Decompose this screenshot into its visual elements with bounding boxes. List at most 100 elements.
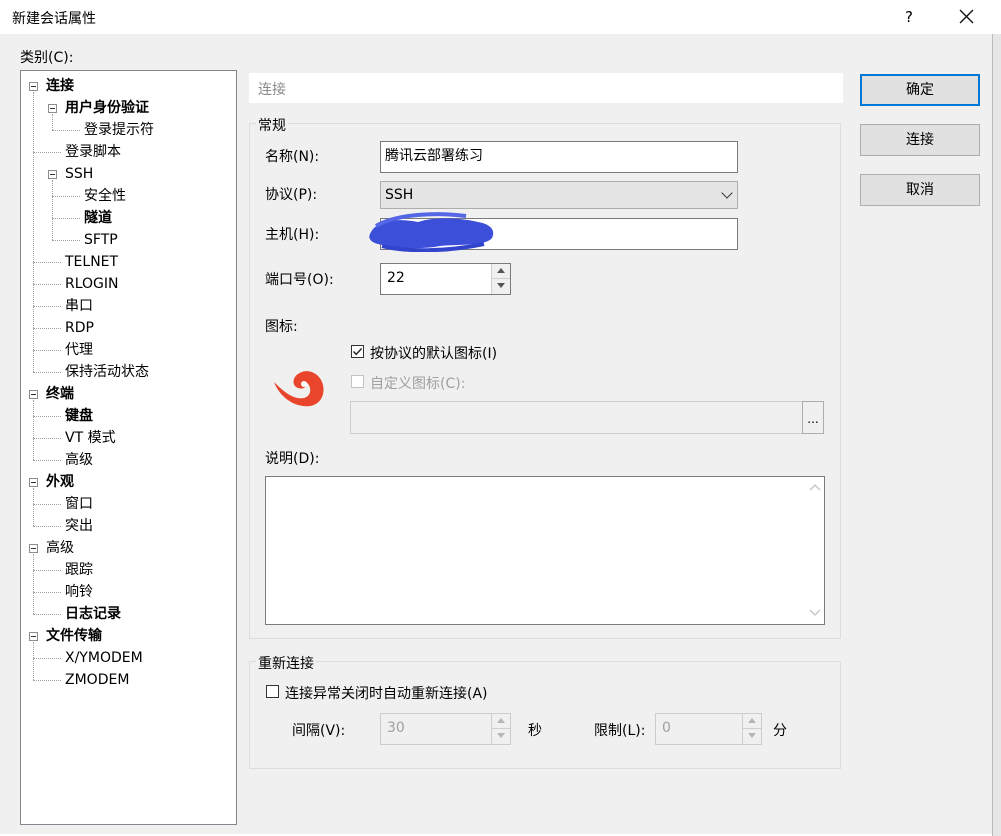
- auto-reconnect-label[interactable]: 连接异常关闭时自动重新连接(A): [285, 683, 488, 703]
- custom-icon-path-input[interactable]: [350, 401, 803, 434]
- name-input[interactable]: 腾讯云部署练习: [380, 141, 738, 173]
- close-button[interactable]: [946, 0, 986, 34]
- tree-item[interactable]: 保持活动状态: [65, 361, 149, 383]
- tree-item[interactable]: 文件传输: [46, 625, 102, 647]
- tree-item[interactable]: 高级: [65, 449, 93, 471]
- arrow-up-icon: [497, 718, 505, 723]
- browse-icon-button[interactable]: ...: [802, 401, 824, 434]
- section-header-text: 连接: [258, 82, 286, 98]
- tree-item[interactable]: 用户身份验证: [65, 97, 149, 119]
- help-button[interactable]: ?: [893, 0, 925, 34]
- tree-item[interactable]: SSH: [65, 163, 93, 185]
- tree-item[interactable]: 高级: [46, 537, 74, 559]
- tree-item-label: 登录提示符: [84, 122, 154, 138]
- tree-item[interactable]: VT 模式: [65, 427, 116, 449]
- section-header: [249, 73, 843, 103]
- tree-item[interactable]: RDP: [65, 317, 94, 339]
- tree-item[interactable]: TELNET: [65, 251, 118, 273]
- tree-connector: [33, 92, 34, 372]
- minus-expander-icon[interactable]: [48, 104, 57, 113]
- tree-connector: [52, 240, 80, 241]
- arrow-up-icon: [497, 268, 505, 273]
- limit-up-button[interactable]: [743, 714, 761, 729]
- tree-connector: [52, 196, 80, 197]
- tree-connector: [33, 350, 61, 351]
- minus-expander-icon[interactable]: [29, 544, 38, 553]
- tree-item[interactable]: 外观: [46, 471, 74, 493]
- tree-item[interactable]: 跟踪: [65, 559, 93, 581]
- tree-item[interactable]: 连接: [46, 75, 74, 97]
- tree-item[interactable]: RLOGIN: [65, 273, 119, 295]
- tree-connector: [33, 460, 61, 461]
- protocol-select[interactable]: SSH: [380, 181, 738, 209]
- tree-item[interactable]: 串口: [65, 295, 93, 317]
- auto-reconnect-checkbox[interactable]: [266, 685, 279, 698]
- tree-connector: [33, 526, 61, 527]
- tree-connector: [52, 218, 80, 219]
- tree-item-label: SFTP: [84, 232, 118, 248]
- minus-expander-icon[interactable]: [29, 82, 38, 91]
- tree-connector: [33, 438, 61, 439]
- host-label: 主机(H):: [265, 227, 320, 243]
- interval-down-button[interactable]: [492, 729, 510, 744]
- tree-item-label: RLOGIN: [65, 276, 119, 292]
- default-icon-label[interactable]: 按协议的默认图标(I): [370, 343, 497, 363]
- minus-expander-icon[interactable]: [29, 632, 38, 641]
- description-scrollbar[interactable]: [806, 477, 824, 624]
- tree-item[interactable]: 响铃: [65, 581, 93, 603]
- minus-expander-icon[interactable]: [48, 170, 57, 179]
- tree-connector: [33, 262, 61, 263]
- tree-connector: [33, 642, 34, 680]
- session-logo-icon: [274, 371, 324, 407]
- chevron-down-icon: [721, 187, 733, 199]
- tree-item[interactable]: 键盘: [65, 405, 93, 427]
- custom-icon-checkbox[interactable]: [351, 375, 364, 388]
- tree-item[interactable]: 突出: [65, 515, 93, 537]
- tree-item[interactable]: X/YMODEM: [65, 647, 143, 669]
- tree-item[interactable]: 登录脚本: [65, 141, 121, 163]
- port-down-button[interactable]: [492, 279, 510, 294]
- scroll-down-icon[interactable]: [809, 609, 821, 617]
- tree-item[interactable]: SFTP: [84, 229, 118, 251]
- tree-item-label: 保持活动状态: [65, 364, 149, 380]
- redaction-scribble: [369, 212, 494, 252]
- tree-item-label: 窗口: [65, 496, 93, 512]
- close-icon: [959, 9, 974, 24]
- tree-item-label: 串口: [65, 298, 93, 314]
- limit-down-button[interactable]: [743, 729, 761, 744]
- tree-connector: [33, 152, 61, 153]
- tree-connector: [33, 284, 61, 285]
- description-textarea[interactable]: [265, 476, 825, 625]
- tree-item-label: 外观: [46, 474, 74, 490]
- interval-spinner[interactable]: 30: [380, 713, 511, 745]
- minus-expander-icon[interactable]: [29, 390, 38, 399]
- tree-item-label: 安全性: [84, 188, 126, 204]
- minutes-unit: 分: [773, 723, 787, 739]
- tree-item-label: 高级: [46, 540, 74, 556]
- arrow-down-icon: [748, 733, 756, 738]
- tree-item[interactable]: 隧道: [84, 207, 112, 229]
- scroll-up-icon[interactable]: [809, 483, 821, 491]
- port-label: 端口号(O):: [265, 272, 334, 288]
- tree-item[interactable]: 日志记录: [65, 603, 121, 625]
- tree-connector: [33, 400, 34, 460]
- tree-item[interactable]: 登录提示符: [84, 119, 154, 141]
- tree-item[interactable]: 窗口: [65, 493, 93, 515]
- minus-expander-icon[interactable]: [29, 478, 38, 487]
- tree-connector: [33, 328, 61, 329]
- limit-spinner[interactable]: 0: [655, 713, 762, 745]
- default-icon-checkbox[interactable]: [351, 345, 364, 358]
- name-label: 名称(N):: [265, 149, 320, 165]
- tree-item-label: 连接: [46, 78, 74, 94]
- tree-item[interactable]: 代理: [65, 339, 93, 361]
- port-up-button[interactable]: [492, 264, 510, 279]
- tree-item[interactable]: ZMODEM: [65, 669, 129, 691]
- tree-item[interactable]: 安全性: [84, 185, 126, 207]
- ok-button[interactable]: 确定: [860, 74, 980, 106]
- port-spinner[interactable]: 22: [380, 263, 511, 295]
- cancel-button[interactable]: 取消: [860, 174, 980, 206]
- connect-button[interactable]: 连接: [860, 124, 980, 156]
- category-tree[interactable]: 连接用户身份验证登录提示符登录脚本 SSH 安全性隧道 SFTP TELNET RLOGI…: [20, 70, 237, 825]
- interval-up-button[interactable]: [492, 714, 510, 729]
- tree-item[interactable]: 终端: [46, 383, 74, 405]
